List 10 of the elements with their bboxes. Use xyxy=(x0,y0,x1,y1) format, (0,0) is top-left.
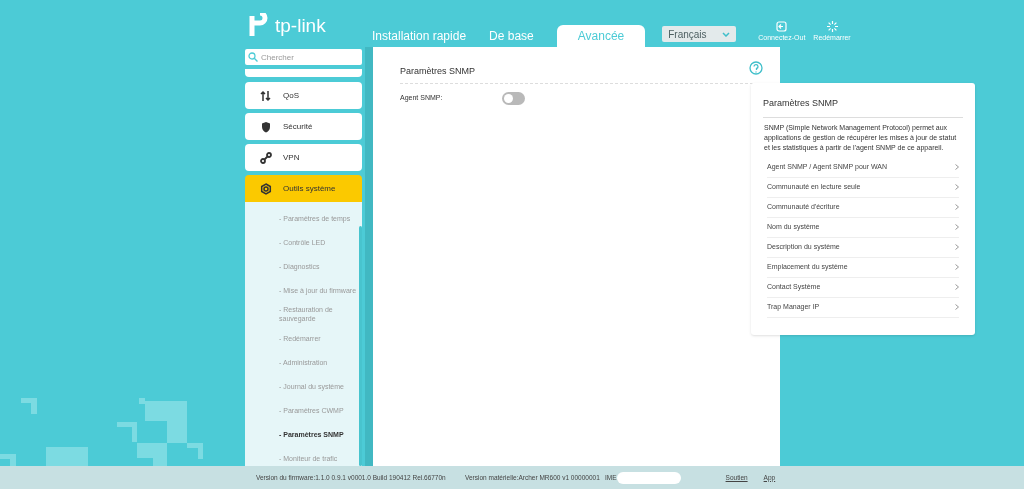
search-field[interactable]: Chercher xyxy=(245,49,362,65)
sidebar-item[interactable]: QoS xyxy=(245,82,362,109)
sidebar-item[interactable]: Outils système xyxy=(245,175,362,202)
brand-logo-text: tp-link xyxy=(275,14,326,38)
section-title: Paramètres SNMP xyxy=(400,65,476,78)
help-title: Paramètres SNMP xyxy=(763,97,963,118)
sidebar-item[interactable]: VPN xyxy=(245,144,362,171)
language-value: Français xyxy=(668,27,707,42)
language-select[interactable]: Français xyxy=(662,26,737,42)
sidebar-item[interactable]: Sécurité xyxy=(245,113,362,140)
